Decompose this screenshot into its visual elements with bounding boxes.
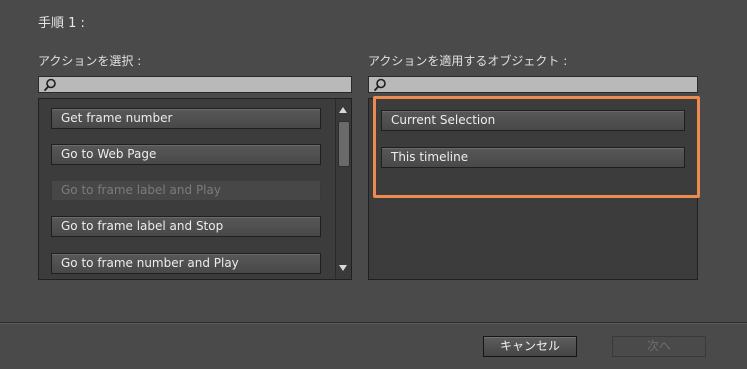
- action-item-go-to-web-page[interactable]: Go to Web Page: [51, 144, 321, 165]
- action-item-go-to-frame-number-and-play[interactable]: Go to frame number and Play: [51, 253, 321, 274]
- object-search-input[interactable]: [389, 77, 693, 92]
- scroll-thumb[interactable]: [338, 121, 350, 167]
- action-list-scrollbar[interactable]: [335, 99, 351, 279]
- object-search-box[interactable]: [368, 76, 698, 93]
- action-item-go-to-frame-label-and-play: Go to frame label and Play: [51, 180, 321, 201]
- cancel-button[interactable]: キャンセル: [483, 336, 577, 357]
- step-title: 手順 1 :: [38, 16, 85, 31]
- select-action-label: アクションを選択 :: [38, 54, 142, 68]
- highlight-box: [373, 96, 700, 198]
- action-search-input[interactable]: [59, 77, 347, 92]
- target-object-label: アクションを適用するオブジェクト :: [368, 54, 568, 68]
- search-icon: [43, 78, 56, 92]
- action-search-box[interactable]: [38, 76, 352, 93]
- footer-divider: [0, 322, 747, 323]
- action-item-get-frame-number[interactable]: Get frame number: [51, 108, 321, 129]
- search-icon: [373, 78, 386, 92]
- action-item-go-to-frame-label-and-stop[interactable]: Go to frame label and Stop: [51, 216, 321, 237]
- dialog: 手順 1 : アクションを選択 : Get frame number Go to…: [0, 0, 747, 369]
- scroll-down-arrow-icon[interactable]: [339, 265, 347, 271]
- next-button[interactable]: 次へ: [612, 336, 706, 357]
- scroll-up-arrow-icon[interactable]: [339, 107, 347, 113]
- action-list: Get frame number Go to Web Page Go to fr…: [38, 98, 352, 280]
